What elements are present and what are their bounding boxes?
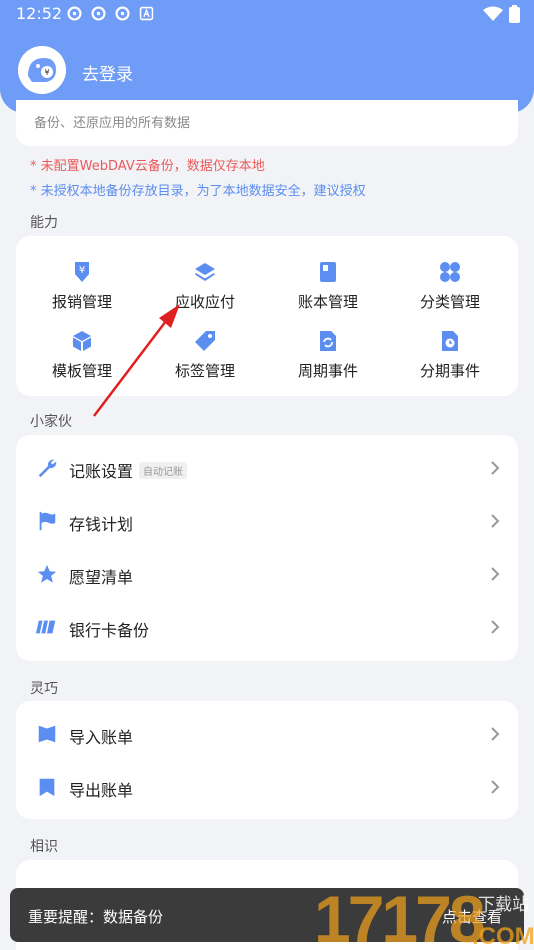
ability-cycle-event[interactable]: 周期事件 xyxy=(268,329,388,381)
chevron-right-icon xyxy=(491,461,500,475)
svg-text:¥: ¥ xyxy=(79,265,85,276)
section-title-acquaint: 相识 xyxy=(30,839,58,855)
ability-receivable-payable[interactable]: 应收应付 xyxy=(145,260,265,312)
import-bookmark-icon xyxy=(38,725,56,743)
battery-icon xyxy=(509,5,520,23)
tag-icon xyxy=(195,331,215,351)
reimburse-icon: ¥ xyxy=(75,262,89,282)
widgets-card: 记账设置 自动记账 存钱计划 愿望清单 银行卡备份 xyxy=(16,435,518,661)
ability-template[interactable]: 模板管理 xyxy=(22,329,142,381)
row-bank-card-backup[interactable]: 银行卡备份 xyxy=(16,601,518,654)
flag-icon xyxy=(39,511,56,531)
row-export-bills[interactable]: 导出账单 xyxy=(16,761,518,814)
svg-text:¥: ¥ xyxy=(44,68,49,77)
watermark-text: 17178 xyxy=(314,882,484,950)
ability-category[interactable]: 分类管理 xyxy=(390,260,510,312)
chevron-right-icon xyxy=(491,567,500,581)
watermark-sub: 下载站 xyxy=(478,895,529,915)
notification-a-icon xyxy=(139,6,154,21)
webdav-warning[interactable]: * 未配置WebDAV云备份，数据仅存本地 xyxy=(30,155,265,174)
row-bookkeeping-settings[interactable]: 记账设置 自动记账 xyxy=(16,442,518,495)
status-time: 12:52 xyxy=(16,4,63,23)
section-title-flexible: 灵巧 xyxy=(30,681,58,697)
notification-app-icon xyxy=(91,6,106,21)
notification-app-icon xyxy=(67,6,82,21)
local-backup-warning[interactable]: * 未授权本地备份存放目录，为了本地数据安全，建议授权 xyxy=(30,180,366,199)
ability-reimburse[interactable]: ¥ 报销管理 xyxy=(22,260,142,312)
header-bar: 12:52 ¥ 去登录 xyxy=(0,0,534,113)
wifi-icon xyxy=(483,6,503,21)
abilities-card: ¥ 报销管理 应收应付 账本管理 分类管理 模板管理 标签管理 周期事件 分期事… xyxy=(16,236,518,396)
ability-installment-event[interactable]: 分期事件 xyxy=(390,329,510,381)
ledger-book-icon xyxy=(320,262,336,282)
section-title-abilities: 能力 xyxy=(30,215,58,231)
star-icon xyxy=(37,564,57,583)
chevron-right-icon xyxy=(491,514,500,528)
section-title-widgets: 小家伙 xyxy=(30,414,72,430)
notification-app-icon xyxy=(115,6,130,21)
status-bar: 12:52 xyxy=(0,0,534,28)
category-grid-icon xyxy=(440,262,460,282)
auto-bookkeeping-badge: 自动记账 xyxy=(139,462,187,479)
row-wish-list[interactable]: 愿望清单 xyxy=(16,548,518,601)
wrench-icon xyxy=(38,459,57,478)
layers-icon xyxy=(195,263,215,281)
bank-card-icon xyxy=(36,620,56,634)
export-bookmark-icon xyxy=(39,778,55,797)
installment-doc-icon xyxy=(442,331,458,351)
site-watermark-logo: 17178 下载站 .COM xyxy=(314,882,534,950)
row-import-bills[interactable]: 导入账单 xyxy=(16,708,518,761)
toast-message: 重要提醒：数据备份 xyxy=(28,908,164,926)
chevron-right-icon xyxy=(491,780,500,794)
ability-tag[interactable]: 标签管理 xyxy=(145,329,265,381)
row-saving-plan[interactable]: 存钱计划 xyxy=(16,495,518,548)
watermark-domain: .COM xyxy=(472,923,534,950)
ability-ledger[interactable]: 账本管理 xyxy=(268,260,388,312)
chevron-right-icon xyxy=(491,620,500,634)
avatar[interactable]: ¥ xyxy=(18,46,66,94)
cycle-doc-icon xyxy=(320,331,336,351)
login-link[interactable]: 去登录 xyxy=(82,60,133,85)
backup-description: 备份、还原应用的所有数据 xyxy=(34,116,191,131)
backup-card[interactable]: 备份、还原应用的所有数据 xyxy=(16,100,518,146)
template-cube-icon xyxy=(73,331,91,351)
flexible-card: 导入账单 导出账单 xyxy=(16,701,518,819)
chevron-right-icon xyxy=(491,727,500,741)
